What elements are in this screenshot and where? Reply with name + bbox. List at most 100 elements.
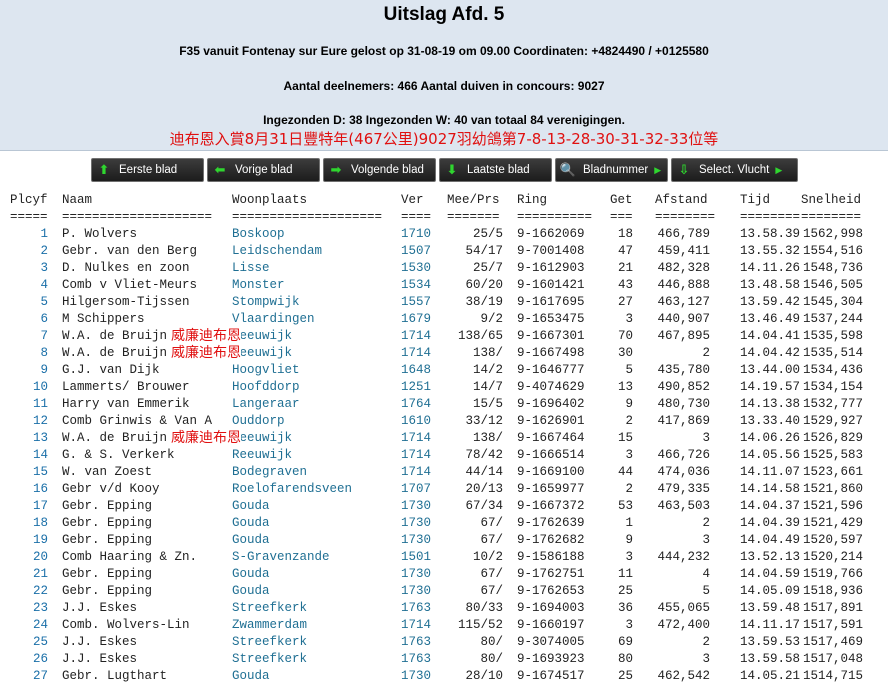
table-row: 5 Hilgersom-Tijssen Stompwijk 1557 38/19 9-16…: [0, 294, 888, 311]
cell-ver[interactable]: 1530: [401, 260, 431, 277]
cell-get: 69: [617, 635, 633, 649]
cell-woonplaats[interactable]: Lisse: [232, 260, 270, 277]
cell-ver[interactable]: 1730: [401, 515, 431, 532]
cell-ver[interactable]: 1764: [401, 396, 431, 413]
cell-woonplaats[interactable]: Reeuwijk: [232, 430, 292, 447]
cell-ver[interactable]: 1501: [401, 549, 431, 566]
separator: ====: [401, 210, 432, 224]
table-row: 7 W.A. de Bruijn Reeuwijk 1714 138/65 9-16673…: [0, 328, 888, 345]
cell-woonplaats[interactable]: Vlaardingen: [232, 311, 315, 328]
cell-woonplaats[interactable]: Roelofarendsveen: [232, 481, 352, 498]
cell-ver[interactable]: 1763: [401, 600, 431, 617]
cell-mee-prs: 67/: [480, 567, 503, 581]
cell-woonplaats[interactable]: Reeuwijk: [232, 447, 292, 464]
cell-ver[interactable]: 1763: [401, 634, 431, 651]
cell-ver[interactable]: 1714: [401, 447, 431, 464]
cell-ver[interactable]: 1730: [401, 668, 431, 685]
table-row: 21 Gebr. Epping Gouda 1730 67/9-1762751 11 4 14…: [0, 566, 888, 583]
select-flight-button[interactable]: ⇩ Select. Vlucht ▶: [671, 158, 798, 182]
cell-ver[interactable]: 1679: [401, 311, 431, 328]
cell-ver[interactable]: 1714: [401, 345, 431, 362]
cell-ver[interactable]: 1714: [401, 328, 431, 345]
cell-get: 5: [625, 363, 633, 377]
cell-ver[interactable]: 1730: [401, 566, 431, 583]
table-row: 27 Gebr. Lugthart Gouda 1730 28/10 9-1674517 2…: [0, 668, 888, 685]
cell-woonplaats[interactable]: Zwammerdam: [232, 617, 307, 634]
cell-ver[interactable]: 1648: [401, 362, 431, 379]
cell-woonplaats[interactable]: Hoogvliet: [232, 362, 300, 379]
cell-naam: Gebr. Epping: [62, 567, 153, 581]
cell-mee-prs: 14/7: [472, 380, 503, 394]
cell-woonplaats[interactable]: Boskoop: [232, 226, 285, 243]
cell-naam: W.A. de Bruijn: [62, 329, 168, 343]
separator: ====================: [62, 210, 213, 224]
col-header-snelheid: Snelheid: [801, 193, 862, 207]
cell-snelheid: 1554,516: [802, 244, 863, 258]
cell-ver[interactable]: 1534: [401, 277, 431, 294]
cell-ver[interactable]: 1714: [401, 617, 431, 634]
chevron-right-icon: ▶: [775, 164, 783, 175]
cell-ring: 9-1662069: [517, 227, 585, 241]
cell-woonplaats[interactable]: Gouda: [232, 532, 270, 549]
cell-woonplaats[interactable]: Reeuwijk: [232, 328, 292, 345]
cell-ver[interactable]: 1707: [401, 481, 431, 498]
red-name-overlay: 威廉迪布恩: [171, 430, 241, 447]
participants-info: Aantal deelnemers: 466 Aantal duiven in …: [283, 79, 605, 93]
next-page-button[interactable]: ➡ Volgende blad: [323, 158, 436, 182]
cell-ver[interactable]: 1763: [401, 651, 431, 668]
cell-woonplaats[interactable]: Gouda: [232, 498, 270, 515]
cell-ver[interactable]: 1557: [401, 294, 431, 311]
cell-ver[interactable]: 1610: [401, 413, 431, 430]
cell-plcyf: 17: [32, 499, 48, 513]
cell-woonplaats[interactable]: Gouda: [232, 515, 270, 532]
separator: ========: [801, 210, 862, 224]
cell-woonplaats[interactable]: Streefkerk: [232, 634, 307, 651]
cell-plcyf: 8: [40, 346, 48, 360]
cell-plcyf: 12: [32, 414, 48, 428]
cell-woonplaats[interactable]: Streefkerk: [232, 651, 307, 668]
cell-ring: 9-1617695: [517, 295, 585, 309]
cell-ver[interactable]: 1730: [401, 532, 431, 549]
cell-ver[interactable]: 1251: [401, 379, 431, 396]
arrow-down-icon: ⬇: [446, 162, 458, 177]
cell-woonplaats[interactable]: Monster: [232, 277, 285, 294]
cell-woonplaats[interactable]: Leidschendam: [232, 243, 322, 260]
cell-naam: G. & S. Verkerk: [62, 448, 175, 462]
cell-ver[interactable]: 1714: [401, 464, 431, 481]
cell-ver[interactable]: 1507: [401, 243, 431, 260]
cell-ver[interactable]: 1730: [401, 498, 431, 515]
last-page-button[interactable]: ⬇ Laatste blad: [439, 158, 552, 182]
cell-afstand: 462,542: [657, 669, 710, 683]
cell-mee-prs: 20/13: [465, 482, 503, 496]
cell-ver[interactable]: 1730: [401, 583, 431, 600]
col-header-afstand: Afstand: [655, 193, 708, 207]
first-page-button[interactable]: ⬆ Eerste blad: [91, 158, 204, 182]
cell-woonplaats[interactable]: Langeraar: [232, 396, 300, 413]
previous-page-button[interactable]: ⬅ Vorige blad: [207, 158, 320, 182]
cell-woonplaats[interactable]: Gouda: [232, 583, 270, 600]
cell-afstand: 455,065: [657, 601, 710, 615]
cell-tijd: 13.58.39: [740, 227, 801, 241]
cell-woonplaats[interactable]: S-Gravenzande: [232, 549, 330, 566]
cell-ver[interactable]: 1710: [401, 226, 431, 243]
table-row: 14 G. & S. Verkerk Reeuwijk 1714 78/42 9-1666…: [0, 447, 888, 464]
cell-get: 18: [617, 227, 633, 241]
cell-afstand: 479,335: [657, 482, 710, 496]
page-number-button[interactable]: 🔍 Bladnummer ▶: [555, 158, 668, 182]
cell-woonplaats[interactable]: Hoofddorp: [232, 379, 300, 396]
cell-woonplaats[interactable]: Gouda: [232, 668, 270, 685]
cell-woonplaats[interactable]: Reeuwijk: [232, 345, 292, 362]
arrow-right-icon: ➡: [330, 162, 342, 177]
cell-woonplaats[interactable]: Ouddorp: [232, 413, 285, 430]
cell-ver[interactable]: 1714: [401, 430, 431, 447]
cell-woonplaats[interactable]: Stompwijk: [232, 294, 300, 311]
cell-naam: Comb v Vliet-Meurs: [62, 278, 198, 292]
cell-mee-prs: 80/: [480, 652, 503, 666]
cell-woonplaats[interactable]: Streefkerk: [232, 600, 307, 617]
cell-afstand: 463,127: [657, 295, 710, 309]
cell-get: 53: [617, 499, 633, 513]
cell-woonplaats[interactable]: Bodegraven: [232, 464, 307, 481]
cell-ring: 9-1693923: [517, 652, 585, 666]
cell-woonplaats[interactable]: Gouda: [232, 566, 270, 583]
cell-ring: 9-1653475: [517, 312, 585, 326]
